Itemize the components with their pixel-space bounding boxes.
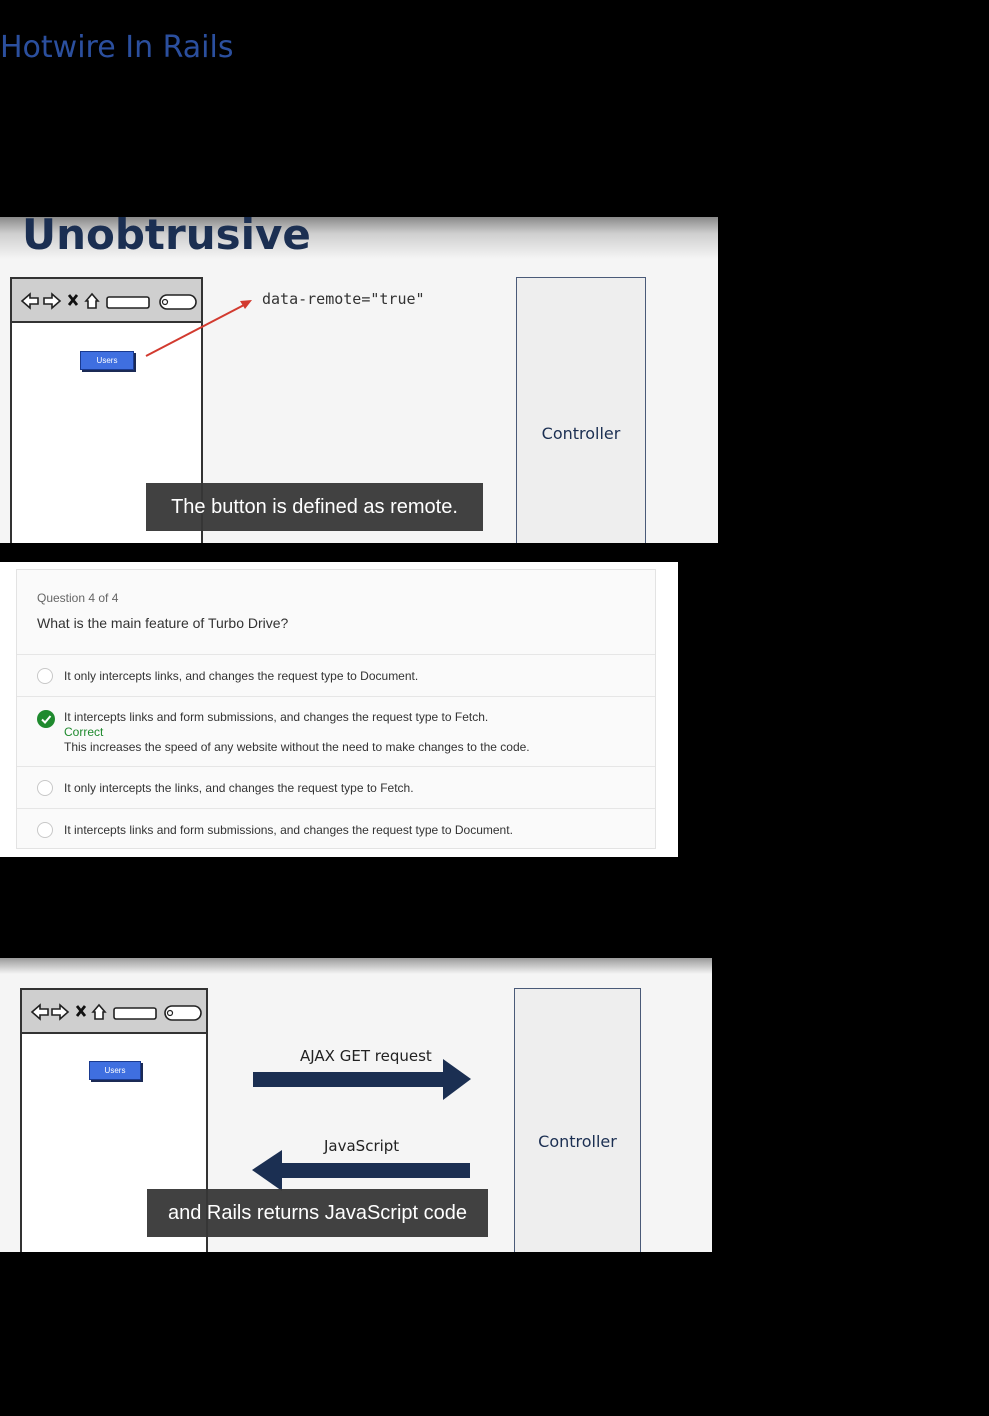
subtitle-caption: and Rails returns JavaScript code [147, 1189, 488, 1237]
video-frame-unobtrusive: Unobtrusive Users data-remote="true" Con… [0, 217, 718, 543]
radio-button[interactable] [37, 822, 53, 838]
option-text: It only intercepts the links, and change… [64, 781, 414, 795]
question-counter: Question 4 of 4 [37, 591, 119, 605]
option-text: It intercepts links and form submissions… [64, 823, 513, 837]
controller-box: Controller [516, 277, 646, 543]
quiz-option[interactable]: It intercepts links and form submissions… [17, 808, 655, 849]
correct-status: Correct [64, 725, 104, 739]
subtitle-caption: The button is defined as remote. [146, 483, 483, 531]
quiz-option[interactable]: It only intercepts the links, and change… [17, 766, 655, 808]
option-text: It intercepts links and form submissions… [64, 710, 489, 724]
page-title: Hotwire In Rails [0, 30, 234, 65]
video-frame-ajax: Users AJAX GET request JavaScript Contro… [0, 958, 712, 1252]
quiz-option[interactable]: It only intercepts links, and changes th… [17, 654, 655, 696]
quiz-panel: Question 4 of 4 What is the main feature… [0, 562, 678, 857]
quiz-option-correct[interactable]: It intercepts links and form submissions… [17, 696, 655, 766]
controller-label: Controller [541, 424, 621, 443]
data-remote-label: data-remote="true" [262, 290, 425, 308]
radio-button[interactable] [37, 780, 53, 796]
option-explanation: This increases the speed of any website … [64, 740, 530, 754]
question-text: What is the main feature of Turbo Drive? [37, 615, 289, 631]
option-text: It only intercepts links, and changes th… [64, 669, 419, 683]
controller-label: Controller [538, 1132, 617, 1151]
controller-box: Controller [514, 988, 641, 1252]
radio-button[interactable] [37, 668, 53, 684]
check-circle-icon [37, 710, 55, 728]
quiz-card: Question 4 of 4 What is the main feature… [16, 569, 656, 849]
